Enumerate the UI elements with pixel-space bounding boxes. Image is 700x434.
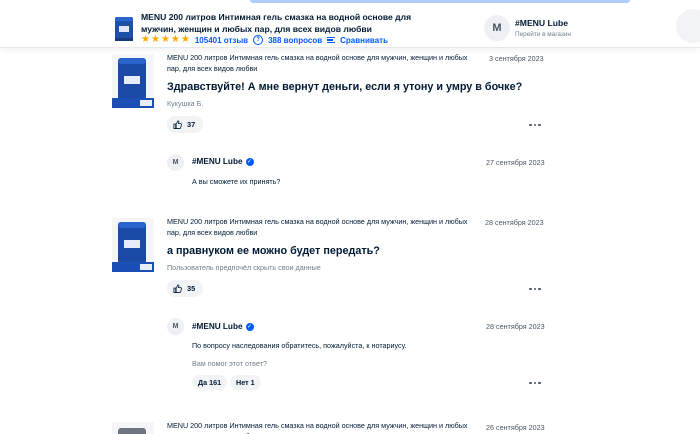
star-icon: ★ <box>141 34 150 45</box>
question-product-name[interactable]: MENU 200 литров Интимная гель смазка на … <box>167 52 479 74</box>
edge-button[interactable] <box>676 9 700 43</box>
answer-avatar: M <box>167 318 184 335</box>
answer-text: А вы сможете их принять? <box>192 177 281 186</box>
product-title[interactable]: MENU 200 литров Интимная гель смазка на … <box>141 11 441 35</box>
like-button[interactable]: 37 <box>167 116 204 133</box>
question-icon: ? <box>253 35 264 45</box>
question-author: Кукушка Б. <box>167 99 204 108</box>
product-thumbnail[interactable] <box>112 422 154 434</box>
answer-author: #MENU Lube ✓ <box>192 157 254 166</box>
compare-icon <box>327 36 336 44</box>
more-options-icon[interactable] <box>529 122 541 128</box>
question-author: Пользователь предпочёл скрыть свои данны… <box>167 263 321 272</box>
answer-date: 27 сентября 2023 <box>486 158 545 167</box>
answer-date: 28 сентября 2023 <box>486 322 545 331</box>
seller-avatar: M <box>484 15 510 41</box>
thumbs-up-icon <box>173 284 182 293</box>
product-thumbnail[interactable] <box>112 218 154 272</box>
rating-stars: ★ ★ ★ ★ ★ <box>141 35 190 45</box>
verified-check-icon: ✓ <box>245 157 254 166</box>
star-icon: ★ <box>160 34 170 45</box>
more-options-icon[interactable] <box>529 286 541 292</box>
answer-text: По вопросу наследования обратитесь, пожа… <box>192 341 407 350</box>
product-meta: ★ ★ ★ ★ ★ 105401 отзыв ? 388 вопросов Ср… <box>141 34 388 46</box>
question-date: 28 сентября 2023 <box>485 218 544 227</box>
compare-link[interactable]: Сравнивать <box>340 36 388 45</box>
star-icon: ★ <box>150 34 160 45</box>
seller-card[interactable]: M #MENU Lube Перейти в магазин <box>484 14 571 42</box>
go-to-store-link[interactable]: Перейти в магазин <box>515 31 571 38</box>
answer-author: #MENU Lube ✓ <box>192 322 254 331</box>
verified-check-icon: ✓ <box>245 322 254 331</box>
seller-name[interactable]: #MENU Lube <box>515 18 571 28</box>
question-date: 3 сентября 2023 <box>489 54 544 63</box>
question-text: а правнуком ее можно будет передать? <box>167 245 380 257</box>
product-thumbnail[interactable] <box>112 54 154 108</box>
star-icon: ★ <box>180 34 190 45</box>
vote-no-button[interactable]: Нет 1 <box>230 375 261 390</box>
answer-author-name: #MENU Lube <box>192 157 243 166</box>
like-count: 35 <box>187 284 196 293</box>
product-thumbnail[interactable] <box>113 14 135 44</box>
like-button[interactable]: 35 <box>167 280 204 297</box>
star-icon: ★ <box>170 34 180 45</box>
question-product-name[interactable]: MENU 200 литров Интимная гель смазка на … <box>167 216 479 238</box>
question-product-name[interactable]: MENU 200 литров Интимная гель смазка на … <box>167 420 479 434</box>
question-date: 26 сентября 2023 <box>486 423 545 432</box>
question-text: Здравствуйте! А мне вернут деньги, если … <box>167 81 523 93</box>
product-header-bar: MENU 200 литров Интимная гель смазка на … <box>0 0 700 48</box>
answer-avatar: M <box>167 154 184 171</box>
vote-yes-button[interactable]: Да 161 <box>192 375 228 390</box>
answer-author-name: #MENU Lube <box>192 322 243 331</box>
search-bar-edge <box>250 0 630 3</box>
more-options-icon[interactable] <box>529 380 541 386</box>
thumbs-up-icon <box>173 120 182 129</box>
like-count: 37 <box>187 120 196 129</box>
questions-link[interactable]: 388 вопросов <box>268 36 322 45</box>
helpful-question: Вам помог этот ответ? <box>192 359 267 368</box>
reviews-link[interactable]: 105401 отзыв <box>195 36 248 45</box>
